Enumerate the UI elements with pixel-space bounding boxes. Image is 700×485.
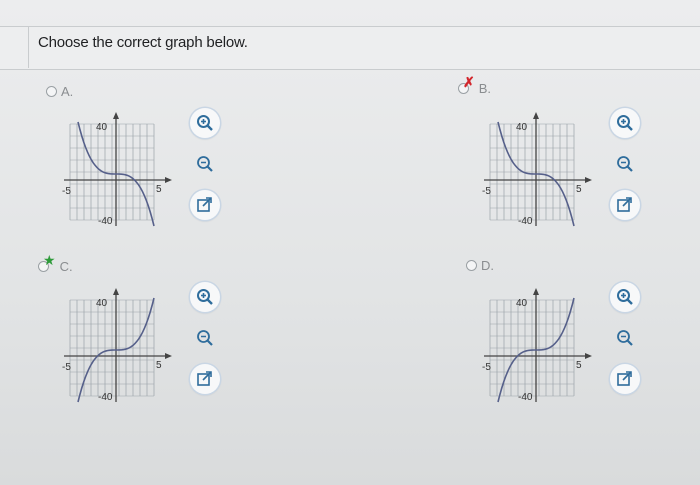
option-b-tick-left: -5 (482, 186, 491, 197)
option-a-label-group[interactable]: A. (46, 84, 73, 99)
option-a-zoom-out-button[interactable] (190, 149, 220, 179)
option-a-tick-left: -5 (62, 186, 71, 197)
option-b-open-window-button[interactable] (610, 190, 640, 220)
open-window-icon (617, 197, 632, 212)
option-c-tick-right: 5 (156, 360, 162, 371)
option-c-letter: C. (59, 259, 73, 274)
zoom-out-icon (197, 156, 213, 172)
option-c-graph: 40 -40 -5 5 (62, 288, 172, 403)
option-c-tick-left: -5 (62, 362, 71, 373)
option-d-x-axis-arrow (585, 353, 592, 359)
option-b-label-group[interactable]: ✗ B. (458, 74, 501, 96)
open-window-icon (197, 197, 212, 212)
option-a-x-axis-arrow (165, 177, 172, 183)
option-b-zoom-in-button[interactable] (610, 108, 640, 138)
option-d-letter: D. (481, 258, 494, 273)
option-d-y-axis-arrow (533, 288, 539, 295)
option-d-tick-top: 40 (516, 298, 528, 309)
option-b-graph: 40 -40 -5 5 (482, 112, 592, 227)
option-a-tick-top: 40 (96, 122, 108, 133)
option-c-tools (190, 282, 220, 394)
option-c-open-window-button[interactable] (190, 364, 220, 394)
option-d-zoom-in-button[interactable] (610, 282, 640, 312)
zoom-out-icon (617, 330, 633, 346)
zoom-out-icon (617, 156, 633, 172)
option-c-zoom-in-button[interactable] (190, 282, 220, 312)
option-a-tick-right: 5 (156, 184, 162, 195)
open-window-icon (617, 371, 632, 386)
option-a-tools (190, 108, 220, 220)
option-c-zoom-out-button[interactable] (190, 323, 220, 353)
zoom-in-icon (617, 289, 633, 305)
option-b-y-axis-arrow (533, 112, 539, 119)
option-d-zoom-out-button[interactable] (610, 323, 640, 353)
option-c-x-axis-arrow (165, 353, 172, 359)
option-a-tick-bottom: -40 (98, 216, 113, 227)
zoom-in-icon (197, 289, 213, 305)
option-a-graph: 40 -40 -5 5 (62, 112, 172, 227)
option-a-open-window-button[interactable] (190, 190, 220, 220)
option-d-tick-right: 5 (576, 360, 582, 371)
zoom-out-icon (197, 330, 213, 346)
option-a-y-axis-arrow (113, 112, 119, 119)
option-c-label-group[interactable]: ★ C. (38, 252, 83, 274)
option-b-tick-bottom: -40 (518, 216, 533, 227)
option-b-tools (610, 108, 640, 220)
option-a-radio[interactable] (46, 86, 57, 97)
question-panel (0, 0, 700, 485)
option-b-letter: B. (478, 81, 492, 96)
option-c-tick-bottom: -40 (98, 392, 113, 403)
option-b-x-axis-arrow (585, 177, 592, 183)
wrong-answer-icon: ✗ (463, 74, 475, 90)
zoom-in-icon (197, 115, 213, 131)
option-a-zoom-in-button[interactable] (190, 108, 220, 138)
option-c-y-axis-arrow (113, 288, 119, 295)
open-window-icon (197, 371, 212, 386)
option-d-tools (610, 282, 640, 394)
option-b-zoom-out-button[interactable] (610, 149, 640, 179)
option-d-radio[interactable] (466, 260, 477, 271)
correct-answer-icon: ★ (43, 252, 56, 268)
option-d-graph: 40 -40 -5 5 (482, 288, 592, 403)
option-d-open-window-button[interactable] (610, 364, 640, 394)
option-c-tick-top: 40 (96, 298, 108, 309)
option-a-letter: A. (61, 84, 74, 99)
zoom-in-icon (617, 115, 633, 131)
option-b-tick-top: 40 (516, 122, 528, 133)
option-d-label-group[interactable]: D. (466, 258, 494, 273)
option-d-tick-left: -5 (482, 362, 491, 373)
option-d-tick-bottom: -40 (518, 392, 533, 403)
question-text: Choose the correct graph below. (38, 34, 248, 51)
option-b-tick-right: 5 (576, 184, 582, 195)
